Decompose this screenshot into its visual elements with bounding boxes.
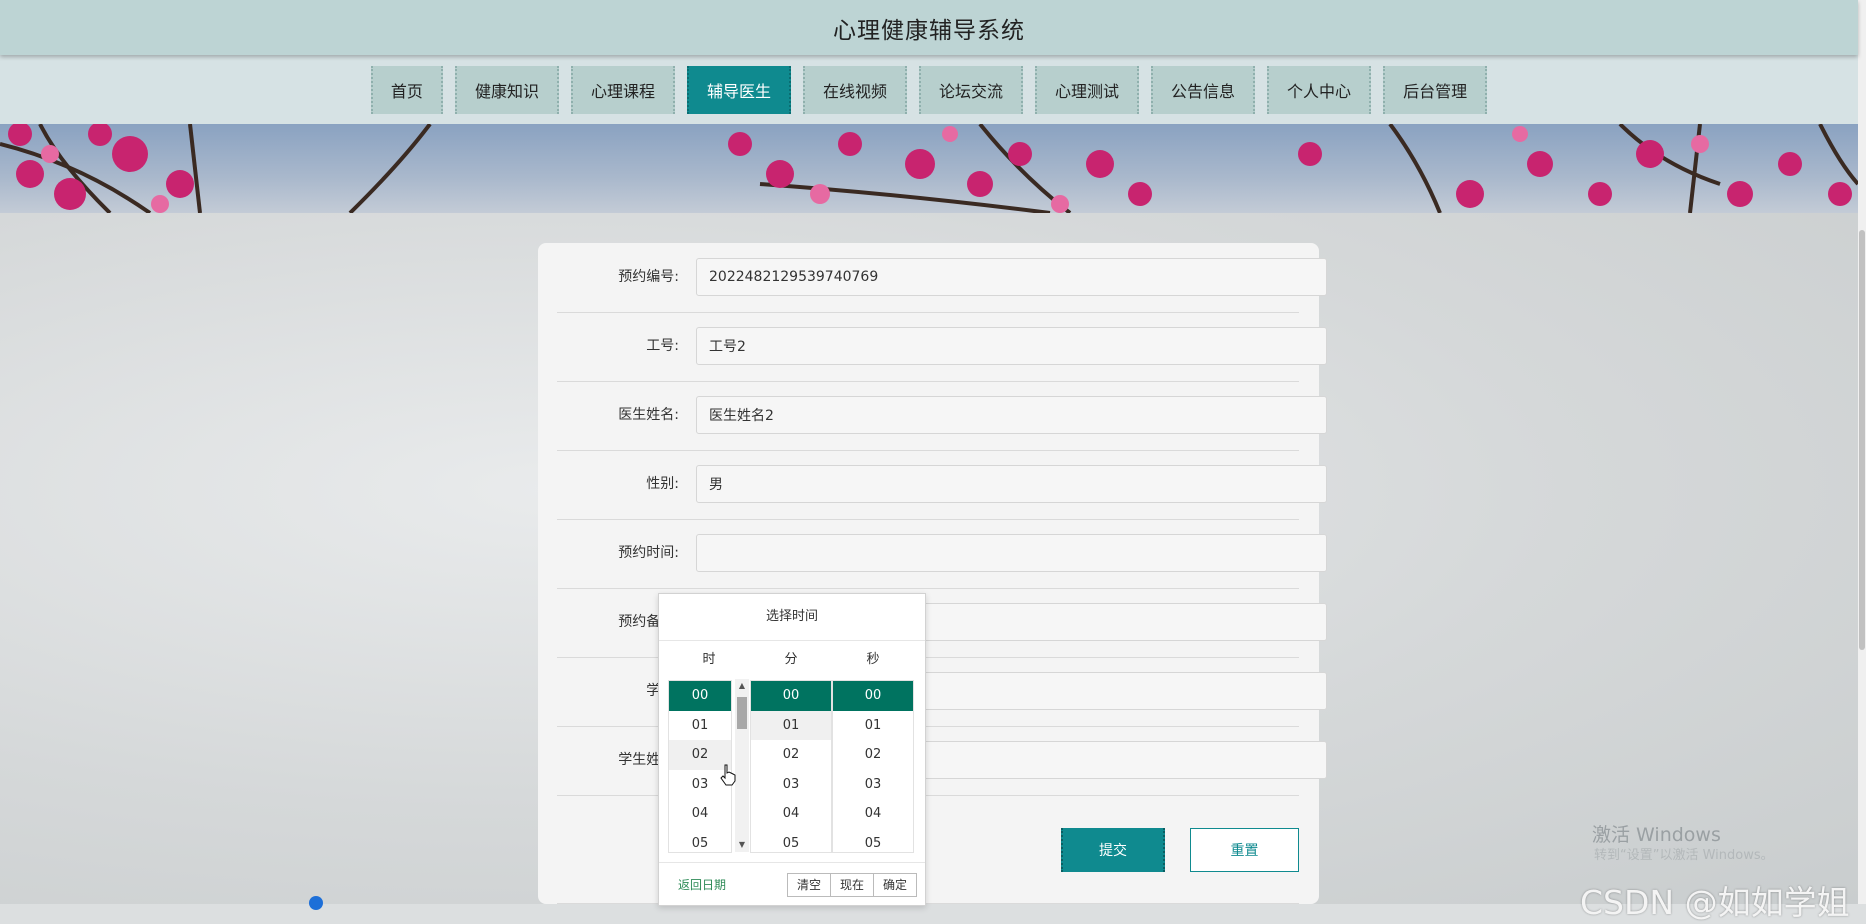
form-row-appointment-time: 预约时间: [557, 519, 1327, 589]
gender-input[interactable] [696, 465, 1327, 503]
hour-list-scrollbar[interactable]: ▲ ▼ [735, 679, 749, 852]
page-scrollbar[interactable] [1858, 0, 1866, 904]
site-header: 心理健康辅导系统 [0, 0, 1858, 55]
hand-cursor-icon [720, 764, 736, 786]
site-title: 心理健康辅导系统 [833, 17, 1025, 44]
submit-button[interactable]: 提交 [1061, 828, 1165, 872]
field-label: 预约时间: [618, 545, 679, 561]
time-picker-title: 选择时间 [659, 594, 925, 641]
appointment-time-input[interactable] [696, 534, 1327, 572]
hour-option[interactable]: 00 [669, 681, 731, 711]
field-label: 工号: [646, 338, 679, 354]
second-option[interactable]: 05 [833, 829, 913, 853]
minute-list[interactable]: 00 01 02 03 04 05 [750, 680, 832, 853]
field-label: 性别: [646, 476, 679, 492]
appointment-no-input[interactable] [696, 258, 1327, 296]
nav-item-home[interactable]: 首页 [370, 65, 443, 114]
second-option[interactable]: 04 [833, 799, 913, 829]
minute-option[interactable]: 03 [751, 770, 831, 800]
nav-item-doctors[interactable]: 辅导医生 [686, 65, 791, 114]
second-list[interactable]: 00 01 02 03 04 05 [832, 680, 914, 853]
floating-dot-icon [309, 896, 323, 910]
blossom-branch-illustration [0, 124, 1858, 213]
minute-header: 分 [784, 652, 798, 667]
scroll-up-arrow-icon[interactable]: ▲ [735, 679, 749, 693]
back-to-date-link[interactable]: 返回日期 [678, 876, 726, 893]
scroll-down-arrow-icon[interactable]: ▼ [735, 838, 749, 852]
hour-option[interactable]: 05 [669, 829, 731, 853]
second-option[interactable]: 03 [833, 770, 913, 800]
csdn-watermark: CSDN @如如学姐 [1580, 883, 1850, 922]
minute-option[interactable]: 00 [751, 681, 831, 711]
minute-option[interactable]: 02 [751, 740, 831, 770]
second-header: 秒 [866, 652, 880, 667]
clear-button[interactable]: 清空 [786, 873, 831, 897]
nav-item-videos[interactable]: 在线视频 [802, 65, 907, 114]
confirm-button[interactable]: 确定 [872, 873, 917, 897]
now-button[interactable]: 现在 [829, 873, 874, 897]
appointment-form: 预约编号: 工号: 医生姓名: 性别: 预约时间: 预约备注: 学号: 学生姓名… [538, 243, 1327, 904]
field-label: 医生姓名: [618, 407, 679, 423]
reset-button[interactable]: 重置 [1190, 828, 1299, 872]
form-row-staff-no: 工号: [557, 312, 1327, 382]
time-picker-popup: 选择时间 时 分 秒 00 01 02 03 04 05 00 01 02 03… [658, 593, 926, 906]
form-row-appointment-no: 预约编号: [557, 243, 1327, 313]
nav-item-tests[interactable]: 心理测试 [1035, 65, 1140, 114]
second-option[interactable]: 02 [833, 740, 913, 770]
banner-image [0, 124, 1858, 213]
hour-list-scrollbar-thumb[interactable] [737, 697, 747, 729]
second-option[interactable]: 00 [833, 681, 913, 711]
hour-header: 时 [702, 652, 716, 667]
nav-item-courses[interactable]: 心理课程 [570, 65, 675, 114]
time-picker-footer: 返回日期 清空 现在 确定 [659, 862, 925, 905]
doctor-name-input[interactable] [696, 396, 1327, 434]
activate-windows-subtitle: 转到“设置”以激活 Windows。 [1594, 848, 1774, 863]
field-label: 预约编号: [618, 269, 679, 285]
nav-item-admin[interactable]: 后台管理 [1383, 65, 1488, 114]
form-row-gender: 性别: [557, 450, 1327, 520]
main-nav: 首页 健康知识 心理课程 辅导医生 在线视频 论坛交流 心理测试 公告信息 个人… [0, 55, 1858, 124]
page-scrollbar-thumb[interactable] [1859, 230, 1865, 650]
minute-option[interactable]: 05 [751, 829, 831, 853]
nav-item-forum[interactable]: 论坛交流 [919, 65, 1024, 114]
activate-windows-title: 激活 Windows [1592, 824, 1721, 846]
hour-option[interactable]: 01 [669, 711, 731, 741]
staff-no-input[interactable] [696, 327, 1327, 365]
nav-item-health-knowledge[interactable]: 健康知识 [454, 65, 559, 114]
second-option[interactable]: 01 [833, 711, 913, 741]
form-row-doctor-name: 医生姓名: [557, 381, 1327, 451]
hour-option[interactable]: 04 [669, 799, 731, 829]
nav-item-notices[interactable]: 公告信息 [1151, 65, 1256, 114]
minute-option[interactable]: 04 [751, 799, 831, 829]
minute-option[interactable]: 01 [751, 710, 831, 740]
nav-item-profile[interactable]: 个人中心 [1267, 65, 1372, 114]
